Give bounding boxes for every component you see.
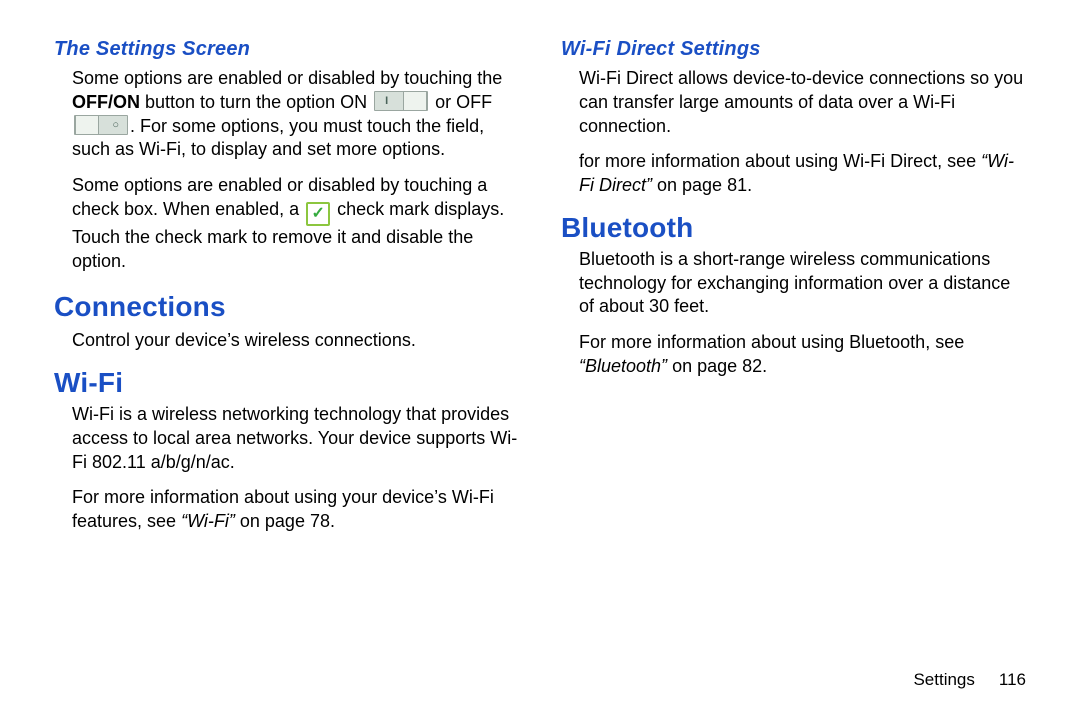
text: For more information about using Bluetoo… bbox=[579, 332, 964, 352]
wifi-para-1: Wi-Fi is a wireless networking technolog… bbox=[72, 403, 519, 474]
right-column: Wi-Fi Direct Settings Wi-Fi Direct allow… bbox=[561, 38, 1026, 660]
wifi-direct-heading: Wi-Fi Direct Settings bbox=[561, 38, 1026, 61]
wifi-direct-para-2: for more information about using Wi-Fi D… bbox=[579, 150, 1026, 198]
toggle-off-icon bbox=[74, 115, 128, 135]
bluetooth-heading: Bluetooth bbox=[561, 212, 1026, 244]
text: or OFF bbox=[430, 92, 492, 112]
wifi-direct-para-1: Wi-Fi Direct allows device-to-device con… bbox=[579, 67, 1026, 138]
bluetooth-xref: “Bluetooth” bbox=[579, 356, 667, 376]
manual-page: The Settings Screen Some options are ena… bbox=[0, 0, 1080, 720]
wifi-xref: “Wi-Fi” bbox=[181, 511, 235, 531]
text: on page 81. bbox=[652, 175, 752, 195]
settings-screen-heading: The Settings Screen bbox=[54, 38, 519, 61]
text: Some options are enabled or disabled by … bbox=[72, 68, 502, 88]
text: on page 82. bbox=[667, 356, 767, 376]
toggle-on-icon bbox=[374, 91, 428, 111]
two-column-layout: The Settings Screen Some options are ena… bbox=[54, 38, 1026, 660]
wifi-heading: Wi-Fi bbox=[54, 367, 519, 399]
connections-heading: Connections bbox=[54, 291, 519, 323]
off-on-label: OFF/ON bbox=[72, 92, 140, 112]
bluetooth-para-1: Bluetooth is a short-range wireless comm… bbox=[579, 248, 1026, 319]
text: for more information about using Wi-Fi D… bbox=[579, 151, 981, 171]
wifi-para-2: For more information about using your de… bbox=[72, 486, 519, 534]
text: . For some options, you must touch the f… bbox=[72, 116, 484, 160]
footer-section: Settings bbox=[913, 670, 974, 689]
connections-para: Control your device’s wireless connectio… bbox=[72, 329, 519, 353]
bluetooth-para-2: For more information about using Bluetoo… bbox=[579, 331, 1026, 379]
checkmark-icon: ✓ bbox=[306, 202, 330, 226]
left-column: The Settings Screen Some options are ena… bbox=[54, 38, 519, 660]
settings-screen-para-2: Some options are enabled or disabled by … bbox=[72, 174, 519, 273]
text: on page 78. bbox=[235, 511, 335, 531]
page-footer: Settings 116 bbox=[54, 660, 1026, 690]
text: button to turn the option ON bbox=[140, 92, 372, 112]
page-number: 116 bbox=[999, 670, 1026, 689]
settings-screen-para-1: Some options are enabled or disabled by … bbox=[72, 67, 519, 162]
